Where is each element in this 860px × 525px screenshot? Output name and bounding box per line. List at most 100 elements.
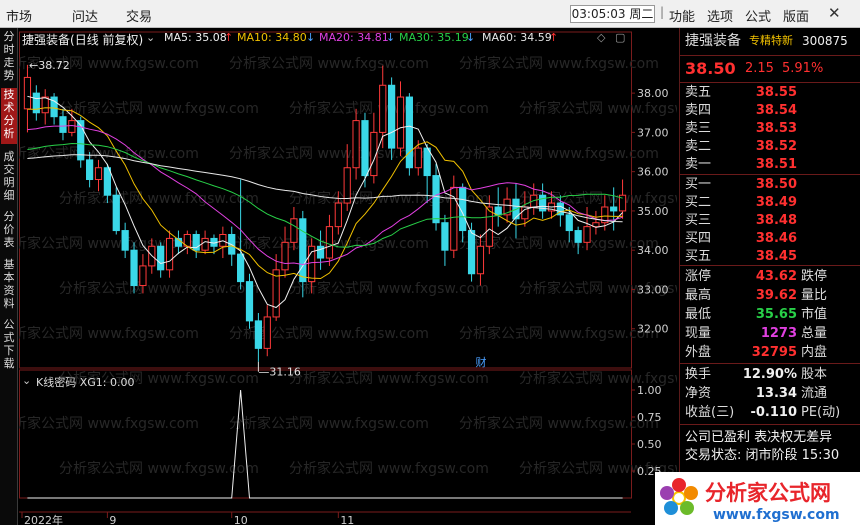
watermark-text: 分析家公式网 www.fxgsw.com [459,325,659,342]
candle-body [379,84,387,133]
bid-value: 38.50 [755,177,797,192]
ma10-label: MA10: 34.80 [237,31,307,44]
menu-function[interactable]: 功能 [669,6,695,25]
stat-label2: 量比 [801,288,828,303]
diamond-icon[interactable]: ◇ [597,31,605,44]
watermark-text: 分析家公式网 www.fxgsw.com [59,460,259,477]
watermark-text: 分析家公式网 www.fxgsw.com [289,280,489,297]
divider [680,55,860,56]
tab-trades[interactable]: 成交明细 [1,150,17,204]
candle-body [432,175,440,224]
stat-label2: 市值 [801,307,828,322]
candle-body [441,222,449,251]
bid-label: 买二 [685,195,712,210]
tab-formula-download[interactable]: 公式下载 [1,318,17,374]
price-tick-label: 36.00 [637,166,669,179]
finance-marker: 财 [475,355,486,369]
watermark-text: 分析家公式网 www.fxgsw.com [59,280,259,297]
watermark-text: 分析家公式网 www.fxgsw.com [229,415,429,432]
divider [680,174,860,175]
candle-body [476,245,485,275]
stat-value: 1273 [760,326,797,341]
bid-value: 38.45 [755,249,797,264]
menu-options[interactable]: 选项 [707,6,733,25]
menu-wenda[interactable]: 问达 [72,6,98,25]
bid-row: 买一 38.50 [685,176,857,194]
stat-value: 12.90% [742,367,797,382]
stock-name: 捷强装备 [685,33,741,49]
site-logo: 分析家公式网 www.fxgsw.com [655,472,860,525]
stock-header-row: 捷强装备 专精特新 300875 [685,32,857,50]
watermark-text: 分析家公式网 www.fxgsw.com [459,55,659,72]
stat-row: 涨停 43.62 跌停 [685,268,857,286]
tab-price-table[interactable]: 分价表 [1,210,17,252]
candle-body [245,281,254,322]
divider [680,82,860,83]
ma20-label: MA20: 34.81 [319,31,389,44]
stat-label2: 内盘 [801,345,828,360]
watermark-text: 分析家公式网 www.fxgsw.com [289,190,489,207]
stat-row: 净资 13.34 流通 [685,385,857,403]
bid-row: 买二 38.49 [685,194,857,212]
candle-body [59,116,67,133]
chevron-down-icon[interactable]: ⌄ [146,31,155,44]
candle-body [272,269,280,318]
price-row: 38.50 2.15 5.91% [685,60,857,78]
candle-body [388,84,396,149]
candle-body [343,167,351,204]
kline-chart-area[interactable]: 分析家公式网 www.fxgsw.com 分析家公式网 www.fxgsw.com… [19,28,677,525]
menu-layout[interactable]: 版面 [783,6,809,25]
bid-row: 买四 38.46 [685,230,857,248]
close-icon[interactable]: ✕ [828,4,841,22]
candle-body [485,206,493,247]
ask-row: 卖一 38.51 [685,156,857,174]
stat-value: 32795 [751,345,797,360]
watermark-text: 分析家公式网 www.fxgsw.com [19,325,199,342]
candle-body [157,245,165,271]
menu-market[interactable]: 市场 [6,6,32,25]
tab-intraday[interactable]: 分时走势 [1,30,17,82]
candle-body [352,120,360,169]
ask-label: 卖四 [685,103,712,118]
stat-value: 43.62 [755,269,797,284]
candle-body [165,237,174,271]
menu-formula[interactable]: 公式 [745,6,771,25]
date-tick-label: 11 [340,514,354,525]
candle-body [94,167,103,181]
top-menu-bar: 市场 问达 交易 03:05:03 周二 | 功能 选项 公式 版面 ✕ [0,0,860,28]
candle-body [86,159,94,181]
stat-row: 外盘 32795 内盘 [685,344,857,362]
stock-title: 捷强装备(日线 前复权) [22,31,143,48]
ask-value: 38.52 [755,139,797,154]
stat-label: 现量 [685,326,712,341]
date-tick-label: 9 [109,514,116,525]
kline-chart-svg[interactable]: 分析家公式网 www.fxgsw.com 分析家公式网 www.fxgsw.com… [19,28,677,525]
arrow-down-icon: ↓ [466,31,476,44]
chevron-down-icon[interactable]: ⌄ [22,374,31,387]
window-icon[interactable]: ▢ [615,31,625,44]
watermark-text: 分析家公式网 www.fxgsw.com [519,100,677,117]
tab-technical[interactable]: 技术分析 [1,88,17,144]
stat-label2: 总量 [801,326,828,341]
chart-mode: (日线 前复权) [70,33,144,47]
indicator-title: K线密码 XG1: 0.00 [36,376,135,389]
watermark-text: 分析家公式网 www.fxgsw.com [59,100,259,117]
price-tick-label: 32.00 [637,323,669,336]
candle-body [290,218,298,243]
candle-body [414,147,422,169]
arrow-down-icon: ↓ [386,31,396,44]
price-change: 2.15 [745,61,774,76]
menu-trade[interactable]: 交易 [126,6,152,25]
candle-body [583,226,591,243]
candle-body [299,218,307,283]
tab-basic-info[interactable]: 基本资料 [1,258,17,314]
candle-body [565,214,573,232]
candle-body [574,230,582,243]
stat-row: 换手 12.90% 股本 [685,366,857,384]
candle-body [201,237,209,251]
candle-body [103,167,111,196]
date-tick-label: 2022年 [24,513,63,525]
bid-label: 买三 [685,213,712,228]
stat-value: 13.34 [755,386,797,401]
date-tick-label: 10 [234,514,248,525]
